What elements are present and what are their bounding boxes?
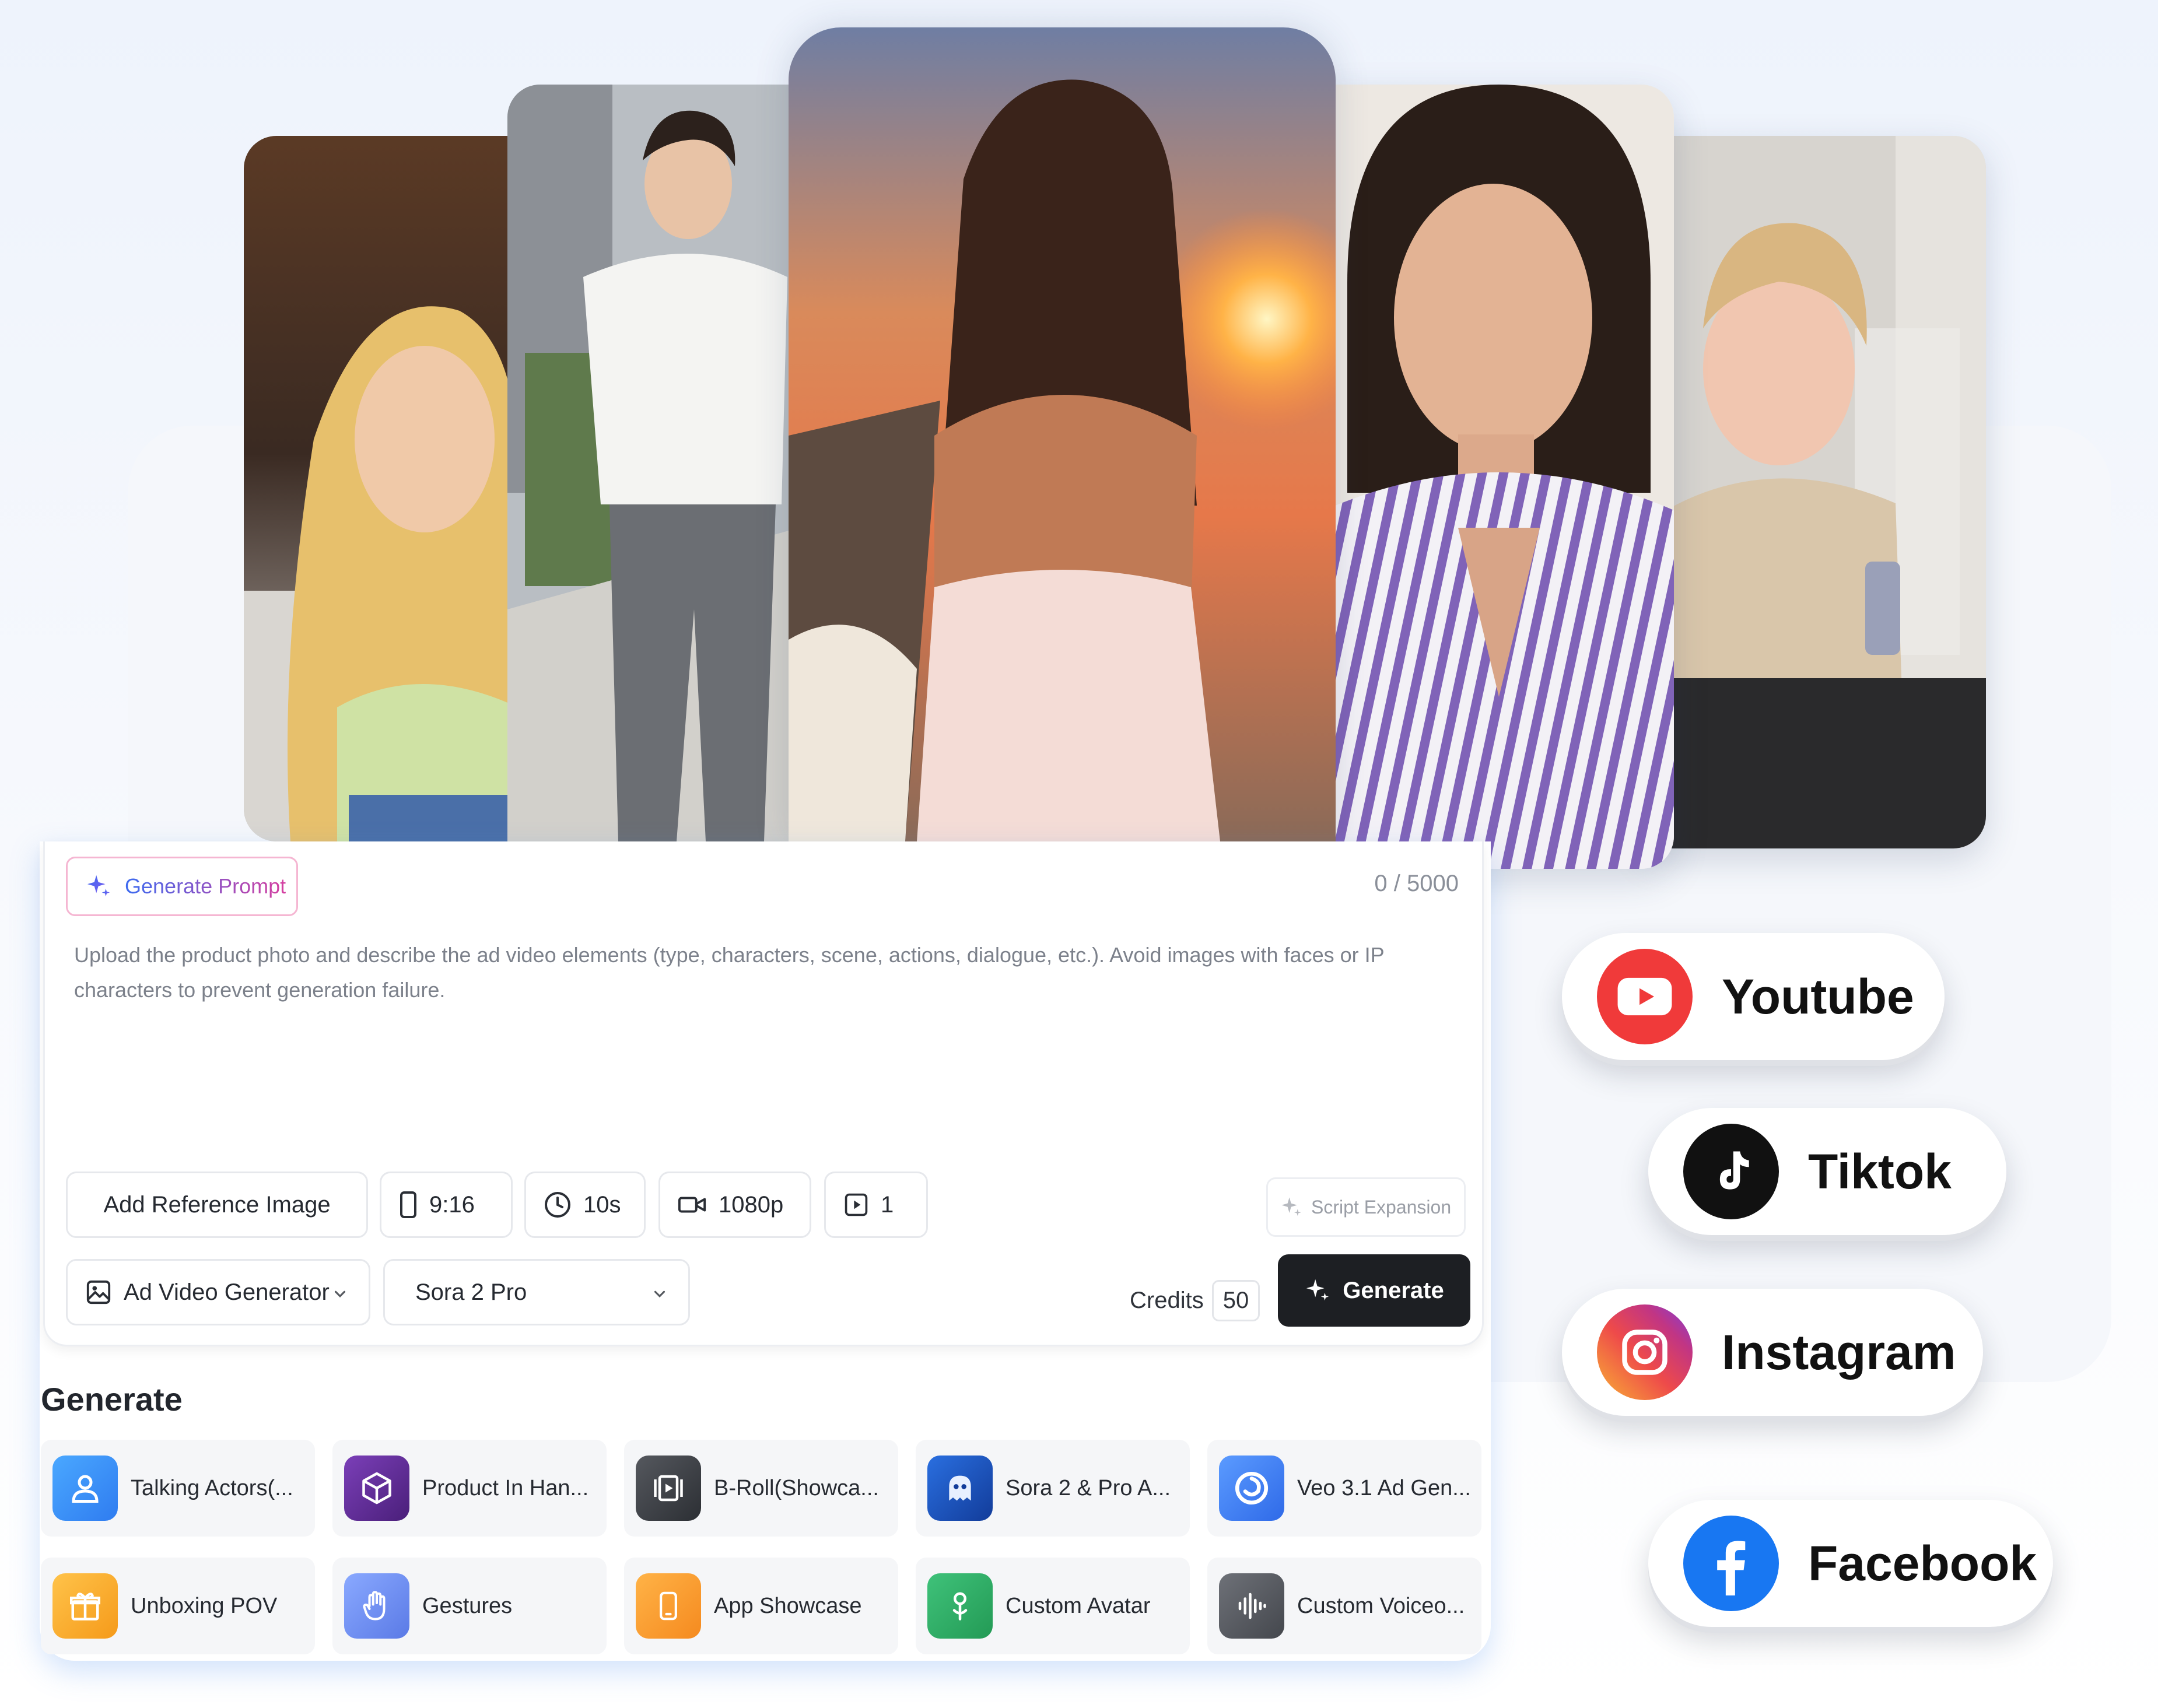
image-icon	[86, 1280, 111, 1304]
photo-card-sunset-woman	[789, 27, 1336, 841]
social-pill-instagram[interactable]: Instagram	[1562, 1289, 1983, 1416]
video-count-selector[interactable]: 1	[824, 1172, 928, 1238]
script-expansion-label: Script Expansion	[1311, 1196, 1452, 1218]
tool-app-showcase[interactable]: App Showcase	[624, 1558, 898, 1654]
add-reference-label: Add Reference Image	[103, 1191, 331, 1218]
cube-icon	[344, 1456, 409, 1521]
sparkle-icon	[1281, 1197, 1301, 1216]
photo-card-blonde-woman	[244, 136, 535, 841]
tool-label: Sora 2 & Pro A...	[1006, 1475, 1171, 1500]
tool-gestures[interactable]: Gestures	[332, 1558, 607, 1654]
film-icon	[636, 1456, 701, 1521]
photo-card-young-man-walking	[507, 85, 799, 841]
script-expansion-button[interactable]: Script Expansion	[1266, 1177, 1466, 1237]
generator-type-dropdown[interactable]: Ad Video Generator	[66, 1259, 370, 1325]
social-pill-tiktok[interactable]: Tiktok	[1648, 1108, 2006, 1235]
tool-custom-voiceover[interactable]: Custom Voiceo...	[1207, 1558, 1481, 1654]
social-label: Youtube	[1722, 969, 1914, 1024]
chevron-down-icon	[654, 1290, 665, 1297]
aspect-ratio-selector[interactable]: 9:16	[380, 1172, 513, 1238]
character-counter: 0 / 5000	[1374, 871, 1459, 896]
tool-veo-3-1-ad-generator[interactable]: Veo 3.1 Ad Gen...	[1207, 1440, 1481, 1537]
credits-value: 50	[1211, 1280, 1260, 1321]
generate-button[interactable]: Generate	[1278, 1254, 1470, 1327]
tool-label: Unboxing POV	[131, 1593, 278, 1618]
aspect-ratio-value: 9:16	[429, 1191, 475, 1218]
resolution-value: 1080p	[719, 1191, 784, 1218]
tool-sora-2-pro-ad[interactable]: Sora 2 & Pro A...	[916, 1440, 1190, 1537]
tool-talking-actors[interactable]: Talking Actors(...	[41, 1440, 315, 1537]
tool-label: Talking Actors(...	[131, 1475, 293, 1500]
tool-label: Product In Han...	[422, 1475, 589, 1500]
tool-label: Custom Avatar	[1006, 1593, 1151, 1618]
gift-icon	[52, 1573, 118, 1639]
tool-label: Veo 3.1 Ad Gen...	[1297, 1475, 1471, 1500]
chevron-down-icon	[334, 1290, 346, 1297]
facebook-icon	[1683, 1516, 1779, 1611]
social-label: Tiktok	[1808, 1144, 1952, 1199]
generate-section-title: Generate	[41, 1381, 183, 1418]
model-value: Sora 2 Pro	[415, 1279, 527, 1305]
social-pill-youtube[interactable]: Youtube	[1562, 933, 1945, 1060]
tool-label: App Showcase	[714, 1593, 862, 1618]
tool-product-in-hand[interactable]: Product In Han...	[332, 1440, 607, 1537]
phone-icon	[636, 1573, 701, 1639]
generator-panel: Generate Prompt 0 / 5000 Upload the prod…	[40, 841, 1491, 1661]
duration-selector[interactable]: 10s	[524, 1172, 646, 1238]
person-icon	[52, 1456, 118, 1521]
generator-type-value: Ad Video Generator	[124, 1279, 330, 1305]
resolution-selector[interactable]: 1080p	[658, 1172, 811, 1238]
phone-portrait-icon	[400, 1191, 416, 1218]
generate-label: Generate	[1343, 1277, 1444, 1303]
video-count-value: 1	[881, 1191, 894, 1218]
social-pill-facebook[interactable]: Facebook	[1648, 1500, 2053, 1627]
play-square-icon	[845, 1193, 868, 1216]
avatar-icon	[927, 1573, 993, 1639]
hand-icon	[344, 1573, 409, 1639]
social-label: Facebook	[1808, 1535, 2037, 1591]
prompt-textarea[interactable]: Upload the product photo and describe th…	[74, 938, 1451, 1008]
add-reference-image-button[interactable]: Add Reference Image	[66, 1172, 368, 1238]
tool-unboxing-pov[interactable]: Unboxing POV	[41, 1558, 315, 1654]
clock-icon	[545, 1192, 570, 1218]
sparkle-icon	[1306, 1279, 1329, 1301]
photo-card-woman-with-serum	[1645, 136, 1986, 848]
veo-swirl-icon	[1219, 1456, 1284, 1521]
video-camera-icon	[678, 1197, 706, 1213]
duration-value: 10s	[583, 1191, 621, 1218]
prompt-editor: Generate Prompt 0 / 5000 Upload the prod…	[43, 841, 1484, 1346]
instagram-icon	[1597, 1304, 1693, 1400]
tool-b-roll-showcase[interactable]: B-Roll(Showca...	[624, 1440, 898, 1537]
youtube-icon	[1597, 949, 1693, 1044]
tool-label: B-Roll(Showca...	[714, 1475, 879, 1500]
tool-label: Custom Voiceo...	[1297, 1593, 1465, 1618]
generate-prompt-label: Generate Prompt	[125, 874, 286, 898]
tool-label: Gestures	[422, 1593, 513, 1618]
model-dropdown[interactable]: Sora 2 Pro	[383, 1259, 690, 1325]
credits-label: Credits	[1130, 1288, 1204, 1313]
sora-ghost-icon	[927, 1456, 993, 1521]
tiktok-icon	[1683, 1124, 1779, 1219]
sparkle-icon	[87, 875, 110, 897]
tool-custom-avatar[interactable]: Custom Avatar	[916, 1558, 1190, 1654]
photo-card-woman-striped-shirt	[1324, 85, 1674, 869]
social-label: Instagram	[1722, 1324, 1956, 1380]
credits-display: Credits 50	[1130, 1280, 1260, 1321]
waveform-icon	[1219, 1573, 1284, 1639]
generate-prompt-button[interactable]: Generate Prompt	[66, 857, 298, 916]
